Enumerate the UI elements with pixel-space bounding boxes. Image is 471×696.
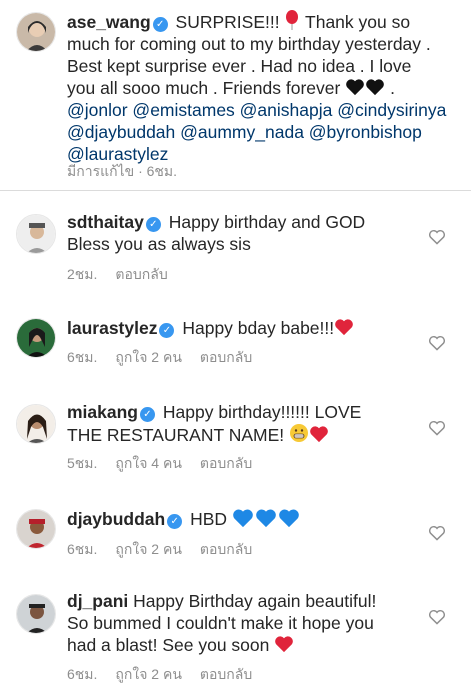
comment-username[interactable]: dj_pani (67, 591, 128, 611)
like-button[interactable] (428, 525, 446, 541)
reply-button[interactable]: ตอบกลับ (200, 666, 252, 682)
avatar[interactable] (16, 214, 56, 254)
caption-text: ase_wang ✓ SURPRISE!!! Thank you so much … (67, 10, 467, 165)
reply-button[interactable]: ตอบกลับ (200, 455, 252, 471)
verified-badge-icon: ✓ (145, 217, 161, 232)
comment-time: 6ชม. (67, 666, 98, 682)
caption-line-3: Best kept surprise ever . Had no idea . … (67, 56, 412, 76)
caption-mentions-2[interactable]: @djaybuddah @aummy_nada @byronbishop (67, 122, 422, 142)
comment-line-2: So bummed I couldn't make it hope you (67, 613, 374, 633)
comment-text: miakang ✓ Happy birthday!!!!!! LOVE THE R… (67, 401, 417, 446)
comment-meta: 6ชม. ถูกใจ 2 คน ตอบกลับ (67, 666, 270, 682)
comment-line-2: THE RESTAURANT NAME! (67, 425, 285, 445)
comment-meta: 5ชม. ถูกใจ 4 คน ตอบกลับ (67, 455, 270, 471)
comment-line-3: had a blast! See you soon (67, 635, 270, 655)
comment-time: 6ชม. (67, 349, 98, 365)
caption-username[interactable]: ase_wang (67, 12, 151, 32)
caption-meta: มีการแก้ไข · 6ชม. (67, 163, 178, 179)
comment-line-1: Happy bday babe!!! (182, 318, 335, 338)
comment-time: 6ชม. (67, 541, 98, 557)
heart-outline-icon (428, 336, 446, 351)
caption-mentions-3[interactable]: @laurastylez (67, 144, 168, 164)
grimacing-face-icon (290, 424, 309, 442)
black-heart-icon (366, 79, 385, 96)
avatar[interactable] (16, 509, 56, 549)
heart-outline-icon (428, 526, 446, 541)
verified-badge-icon: ✓ (140, 407, 155, 422)
heart-outline-icon (428, 421, 446, 436)
avatar[interactable] (16, 594, 56, 634)
comment-username[interactable]: sdthaitay (67, 212, 144, 232)
red-heart-icon (310, 426, 328, 443)
comment-line-1: HBD (190, 509, 228, 529)
blue-heart-icon (279, 509, 299, 528)
caption-line-4-end: . (390, 78, 395, 98)
heart-outline-icon (428, 230, 446, 245)
like-button[interactable] (428, 229, 446, 245)
balloon-icon (286, 10, 299, 30)
likes-count[interactable]: ถูกใจ 4 คน (115, 455, 182, 471)
caption-line-2: much for coming out to my birthday yeste… (67, 34, 431, 54)
caption-text-1: SURPRISE!!! (175, 12, 280, 32)
heart-outline-icon (428, 610, 446, 625)
comment-time: 2ชม. (67, 266, 98, 282)
red-heart-icon (335, 319, 353, 336)
blue-heart-icon (256, 509, 276, 528)
reply-button[interactable]: ตอบกลับ (200, 349, 252, 365)
verified-badge-icon: ✓ (152, 17, 168, 32)
comment-time: 5ชม. (67, 455, 98, 471)
like-button[interactable] (428, 609, 446, 625)
comment-meta: 6ชม. ถูกใจ 2 คน ตอบกลับ (67, 349, 270, 365)
likes-count[interactable]: ถูกใจ 2 คน (115, 349, 182, 365)
comment-meta: 2ชม. ตอบกลับ (67, 266, 186, 282)
reply-button[interactable]: ตอบกลับ (115, 266, 167, 282)
comment-line-1: Happy birthday!!!!!! LOVE (162, 402, 362, 422)
caption-line-4: you all sooo much . Friends forever (67, 78, 341, 98)
divider (0, 190, 471, 191)
comment-username[interactable]: laurastylez (67, 318, 157, 338)
reply-button[interactable]: ตอบกลับ (200, 541, 252, 557)
comment-text: laurastylez ✓ Happy bday babe!!! (67, 317, 417, 339)
black-heart-icon (346, 79, 365, 96)
comment-line-1: Happy Birthday again beautiful! (133, 591, 377, 611)
comment-username[interactable]: miakang (67, 402, 138, 422)
comment-username[interactable]: djaybuddah (67, 509, 165, 529)
like-button[interactable] (428, 335, 446, 351)
like-button[interactable] (428, 420, 446, 436)
verified-badge-icon: ✓ (167, 514, 183, 529)
post-caption: ase_wang ✓ SURPRISE!!! Thank you so much … (0, 0, 471, 188)
likes-count[interactable]: ถูกใจ 2 คน (115, 666, 182, 682)
comment-text: dj_pani Happy Birthday again beautiful! … (67, 590, 427, 656)
avatar[interactable] (16, 12, 56, 52)
likes-count[interactable]: ถูกใจ 2 คน (115, 541, 182, 557)
comment-text: sdthaitay ✓ Happy birthday and GOD Bless … (67, 211, 417, 255)
blue-heart-icon (233, 509, 253, 528)
comment-text: djaybuddah ✓ HBD (67, 508, 417, 530)
avatar[interactable] (16, 318, 56, 358)
caption-text-2: Thank you so (305, 12, 411, 32)
comment-meta: 6ชม. ถูกใจ 2 คน ตอบกลับ (67, 541, 270, 557)
caption-mentions-1[interactable]: @jonlor @emistames @anishapja @cindysiri… (67, 100, 446, 120)
comment-line-2: Bless you as always sis (67, 234, 251, 254)
red-heart-icon (275, 636, 294, 653)
comment-line-1: Happy birthday and GOD (168, 212, 366, 232)
avatar[interactable] (16, 404, 56, 444)
verified-badge-icon: ✓ (159, 323, 175, 338)
